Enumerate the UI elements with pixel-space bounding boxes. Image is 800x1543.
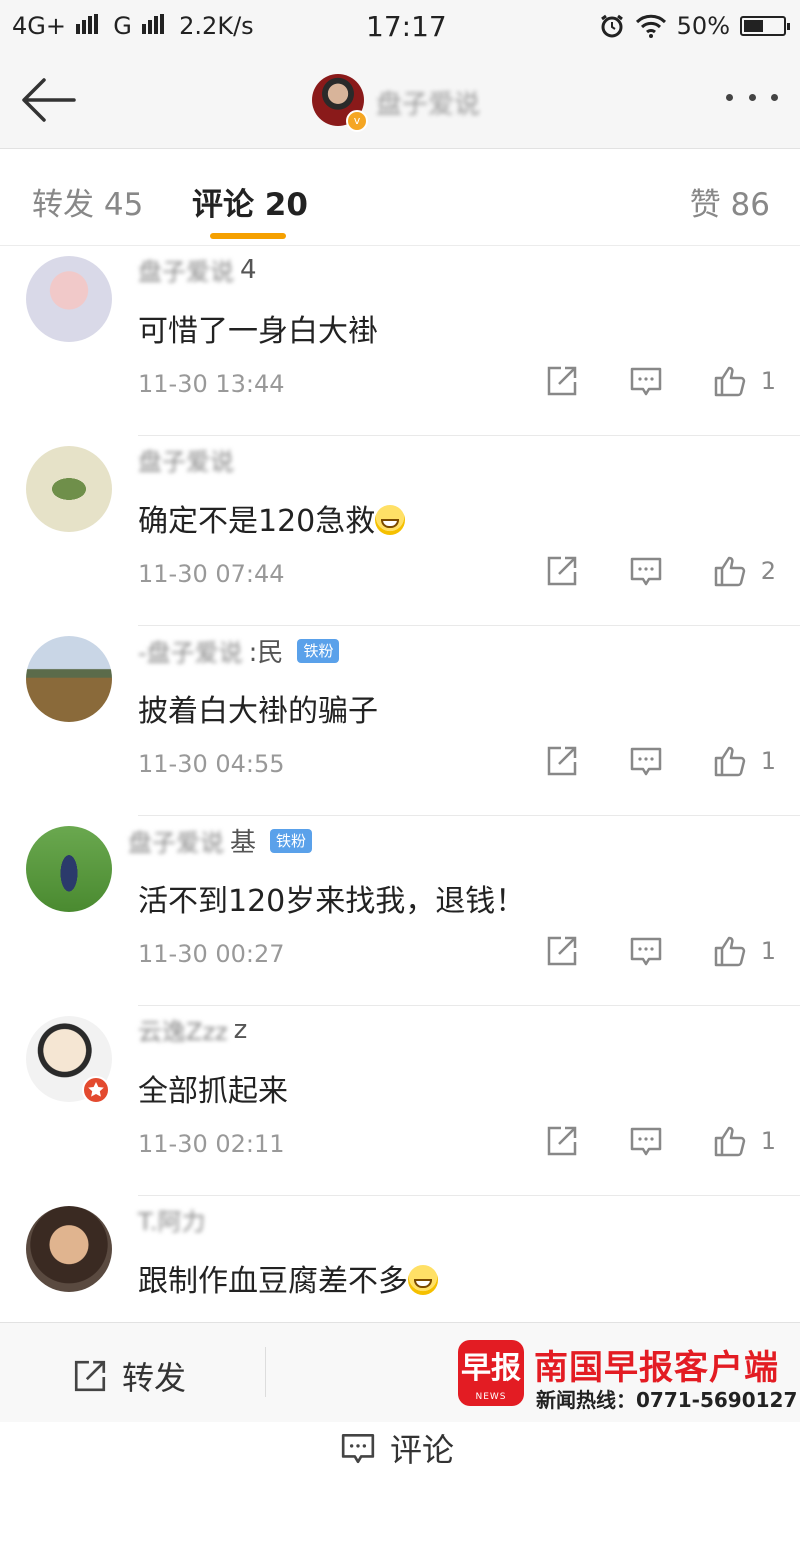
repost-icon[interactable] [545, 1124, 579, 1158]
bottom-repost-button[interactable]: 转发 [72, 1353, 186, 1399]
comment-actions: 1 [545, 744, 776, 778]
tab-like[interactable]: 赞 86 [690, 179, 770, 224]
signal-icon [74, 12, 98, 40]
alarm-icon [600, 14, 623, 38]
like-button[interactable]: 2 [713, 554, 776, 588]
clock: 17:17 [366, 10, 447, 43]
repost-icon[interactable] [545, 744, 579, 778]
bottom-comment-button[interactable]: 评论 [340, 1353, 454, 1543]
commenter-name[interactable]: -盘子爱说 :民 铁粉 [138, 632, 340, 669]
thumbs-up-icon [714, 936, 745, 967]
verified-badge-icon: v [346, 110, 368, 132]
commenter-name[interactable]: 云逸Zzz z [138, 1012, 247, 1047]
like-button[interactable]: 1 [713, 364, 776, 398]
like-button[interactable]: 1 [713, 934, 776, 968]
like-count: 1 [760, 747, 776, 775]
comment-actions: 1 [545, 1124, 776, 1158]
repost-icon[interactable] [545, 554, 579, 588]
battery-icon [740, 16, 790, 36]
author-name[interactable]: 盘子爱说 [376, 84, 480, 121]
repost-icon[interactable] [545, 364, 579, 398]
comment-icon[interactable] [629, 744, 663, 778]
comment-icon [341, 1433, 375, 1464]
comment-item: 盘子爱说 确定不是120急救 11-30 07:44 2 [0, 436, 800, 626]
comment-list: 盘子爱说 4 可惜了一身白大褂 11-30 13:44 1 盘子爱说 确定不是1… [0, 246, 800, 1386]
network-g-label: G [113, 12, 132, 40]
battery-level [744, 20, 763, 32]
comment-time: 11-30 02:11 [138, 1130, 285, 1158]
comment-time: 11-30 13:44 [138, 370, 285, 398]
star-badge-icon [82, 1076, 110, 1104]
comment-text: 确定不是120急救 [138, 496, 406, 540]
comment-text: 活不到120岁来找我，退钱！ [138, 884, 526, 919]
commenter-avatar[interactable] [26, 1206, 112, 1292]
bottom-comment-label: 评论 [390, 1431, 455, 1469]
commenter-avatar[interactable] [26, 826, 112, 912]
tab-bar: 转发 45 评论 20 赞 86 [0, 149, 800, 246]
watermark-title: 南国早报客户端 [534, 1348, 779, 1388]
comment-item: 盘子爱说 4 可惜了一身白大褂 11-30 13:44 1 [0, 246, 800, 436]
like-count: 1 [760, 367, 776, 395]
commenter-name[interactable]: 盘子爱说 基 铁粉 [128, 822, 313, 859]
watermark-hotline: 新闻热线：0771-5690127 [536, 1388, 798, 1412]
comment-actions: 2 [545, 554, 776, 588]
comment-icon[interactable] [629, 934, 663, 968]
nav-header: v 盘子爱说 [0, 52, 800, 149]
back-arrow-icon[interactable] [18, 74, 78, 126]
comment-item: 云逸Zzz z 全部抓起来 11-30 02:11 1 [0, 1006, 800, 1196]
active-tab-indicator [210, 233, 286, 239]
comment-icon[interactable] [629, 364, 663, 398]
commenter-avatar[interactable] [26, 446, 112, 532]
comment-item: -盘子爱说 :民 铁粉 披着白大褂的骗子 11-30 04:55 1 [0, 626, 800, 816]
fan-badge: 铁粉 [297, 638, 340, 663]
like-button[interactable]: 1 [713, 1124, 776, 1158]
like-button[interactable]: 1 [713, 744, 776, 778]
like-count: 1 [760, 1127, 776, 1155]
repost-icon[interactable] [545, 934, 579, 968]
network-4g-label: 4G+ [12, 12, 66, 40]
repost-icon [74, 1360, 106, 1392]
thumbs-up-icon [714, 366, 745, 397]
comment-icon[interactable] [629, 1124, 663, 1158]
comment-actions: 1 [545, 934, 776, 968]
status-bar: 4G+ G 2.2K/s 17:17 50% [0, 0, 800, 52]
thumbs-up-icon [714, 746, 745, 777]
like-count: 1 [760, 937, 776, 965]
commenter-name[interactable]: 盘子爱说 [138, 442, 234, 477]
comment-icon[interactable] [629, 554, 663, 588]
network-speed: 2.2K/s [179, 12, 254, 40]
thumbs-up-icon [714, 1126, 745, 1157]
more-options-icon[interactable] [726, 94, 778, 108]
wifi-icon [635, 14, 666, 38]
comment-text: 跟制作血豆腐差不多 [138, 1256, 438, 1300]
signal-icon-2 [140, 12, 164, 40]
comment-time: 11-30 04:55 [138, 750, 285, 778]
thumbs-up-icon [714, 556, 745, 587]
tab-repost[interactable]: 转发 45 [32, 179, 143, 224]
commenter-avatar[interactable] [26, 256, 112, 342]
laugh-emoji-icon [408, 1265, 438, 1295]
comment-text: 披着白大褂的骗子 [138, 694, 378, 729]
newspaper-logo: 早报 NEWS [458, 1340, 524, 1406]
grin-emoji-icon [375, 505, 406, 535]
like-count: 2 [760, 557, 776, 585]
bottom-divider [265, 1347, 266, 1397]
comment-text: 全部抓起来 [138, 1074, 288, 1109]
comment-time: 11-30 07:44 [138, 560, 285, 588]
status-right: 50% [599, 12, 790, 40]
commenter-avatar[interactable] [26, 636, 112, 722]
network-status: 4G+ G 2.2K/s [12, 12, 254, 40]
battery-percent: 50% [676, 12, 730, 40]
comment-time: 11-30 00:27 [138, 940, 285, 968]
comment-text: 可惜了一身白大褂 [138, 314, 378, 349]
comment-actions: 1 [545, 364, 776, 398]
bottom-repost-label: 转发 [122, 1359, 187, 1397]
fan-badge: 铁粉 [270, 828, 313, 853]
commenter-name[interactable]: T.阿力 [138, 1202, 205, 1237]
commenter-name[interactable]: 盘子爱说 4 [138, 252, 257, 287]
comment-item: 盘子爱说 基 铁粉 活不到120岁来找我，退钱！ 11-30 00:27 1 [0, 816, 800, 1006]
